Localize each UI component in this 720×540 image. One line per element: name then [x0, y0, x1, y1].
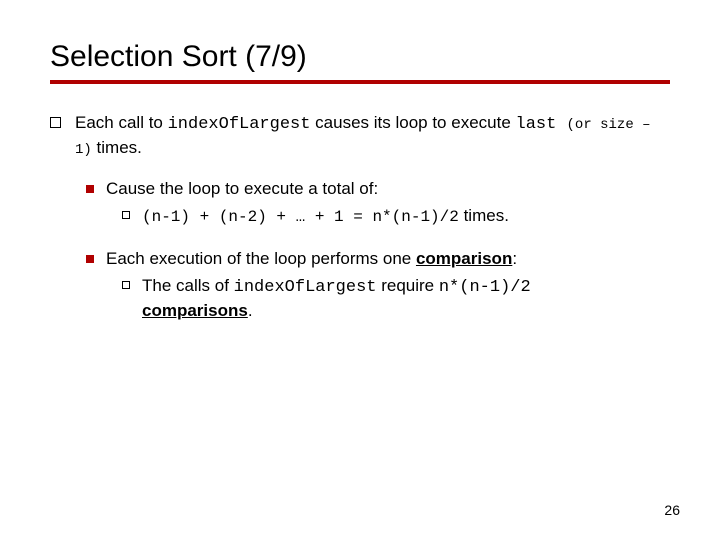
sub1-detail: (n-1) + (n-2) + … + 1 = n*(n-1)/2 times. [142, 205, 509, 229]
square-solid-icon [86, 185, 94, 193]
text: require [376, 276, 438, 295]
code-inline: last [516, 115, 567, 134]
text: times. [459, 206, 509, 225]
text: Each execution of the loop performs one [106, 249, 416, 268]
text: . [248, 301, 253, 320]
sub2-text: Each execution of the loop performs one … [106, 248, 517, 271]
square-open-icon [50, 117, 61, 128]
main-point-text: Each call to indexOfLargest causes its l… [75, 112, 670, 160]
bullet-level2: Cause the loop to execute a total of: [86, 178, 670, 201]
title-underline [50, 80, 670, 84]
text: The calls of [142, 276, 234, 295]
sub1-text: Cause the loop to execute a total of: [106, 178, 378, 201]
text-emphasis: comparisons [142, 301, 248, 320]
code-inline: indexOfLargest [168, 115, 311, 134]
code-inline: n*(n-1)/2 [439, 278, 531, 297]
text-emphasis: comparison [416, 249, 512, 268]
slide: Selection Sort (7/9) Each call to indexO… [0, 0, 720, 540]
page-number: 26 [664, 502, 680, 518]
bullet-level3: The calls of indexOfLargest require n*(n… [122, 275, 670, 323]
bullet-level3: (n-1) + (n-2) + … + 1 = n*(n-1)/2 times. [122, 205, 670, 229]
bullet-level1: Each call to indexOfLargest causes its l… [50, 112, 670, 160]
code-inline: indexOfLargest [234, 278, 377, 297]
square-open-icon [122, 211, 130, 219]
text: times. [92, 138, 142, 157]
sub2-detail: The calls of indexOfLargest require n*(n… [142, 275, 531, 323]
slide-content: Each call to indexOfLargest causes its l… [50, 112, 670, 323]
text: Each call to [75, 113, 168, 132]
slide-title: Selection Sort (7/9) [50, 40, 670, 74]
text: : [512, 249, 517, 268]
square-open-icon [122, 281, 130, 289]
code-inline: (n-1) + (n-2) + … + 1 = n*(n-1)/2 [142, 208, 459, 226]
text: causes its loop to execute [310, 113, 515, 132]
bullet-level2: Each execution of the loop performs one … [86, 248, 670, 271]
square-solid-icon [86, 255, 94, 263]
